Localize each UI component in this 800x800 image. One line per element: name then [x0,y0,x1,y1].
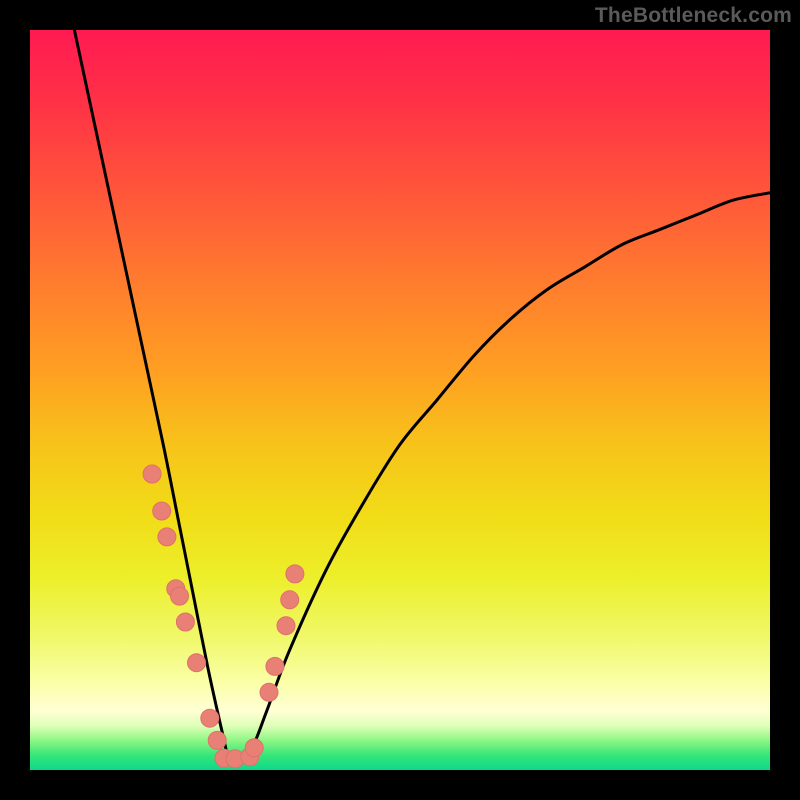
marker-dot [266,657,284,675]
marker-dot [281,591,299,609]
bottleneck-curve [74,30,770,765]
marker-dot [208,731,226,749]
marker-dot [153,502,171,520]
marker-dots-group [143,465,304,768]
marker-dot [286,565,304,583]
chart-svg [30,30,770,770]
marker-dot [260,683,278,701]
watermark-text: TheBottleneck.com [595,4,792,28]
marker-dot [201,709,219,727]
marker-dot [158,528,176,546]
plot-area [30,30,770,770]
chart-frame: TheBottleneck.com [0,0,800,800]
marker-dot [143,465,161,483]
marker-dot [277,617,295,635]
marker-dot [188,654,206,672]
marker-dot [176,613,194,631]
marker-dot [245,739,263,757]
marker-dot [171,587,189,605]
